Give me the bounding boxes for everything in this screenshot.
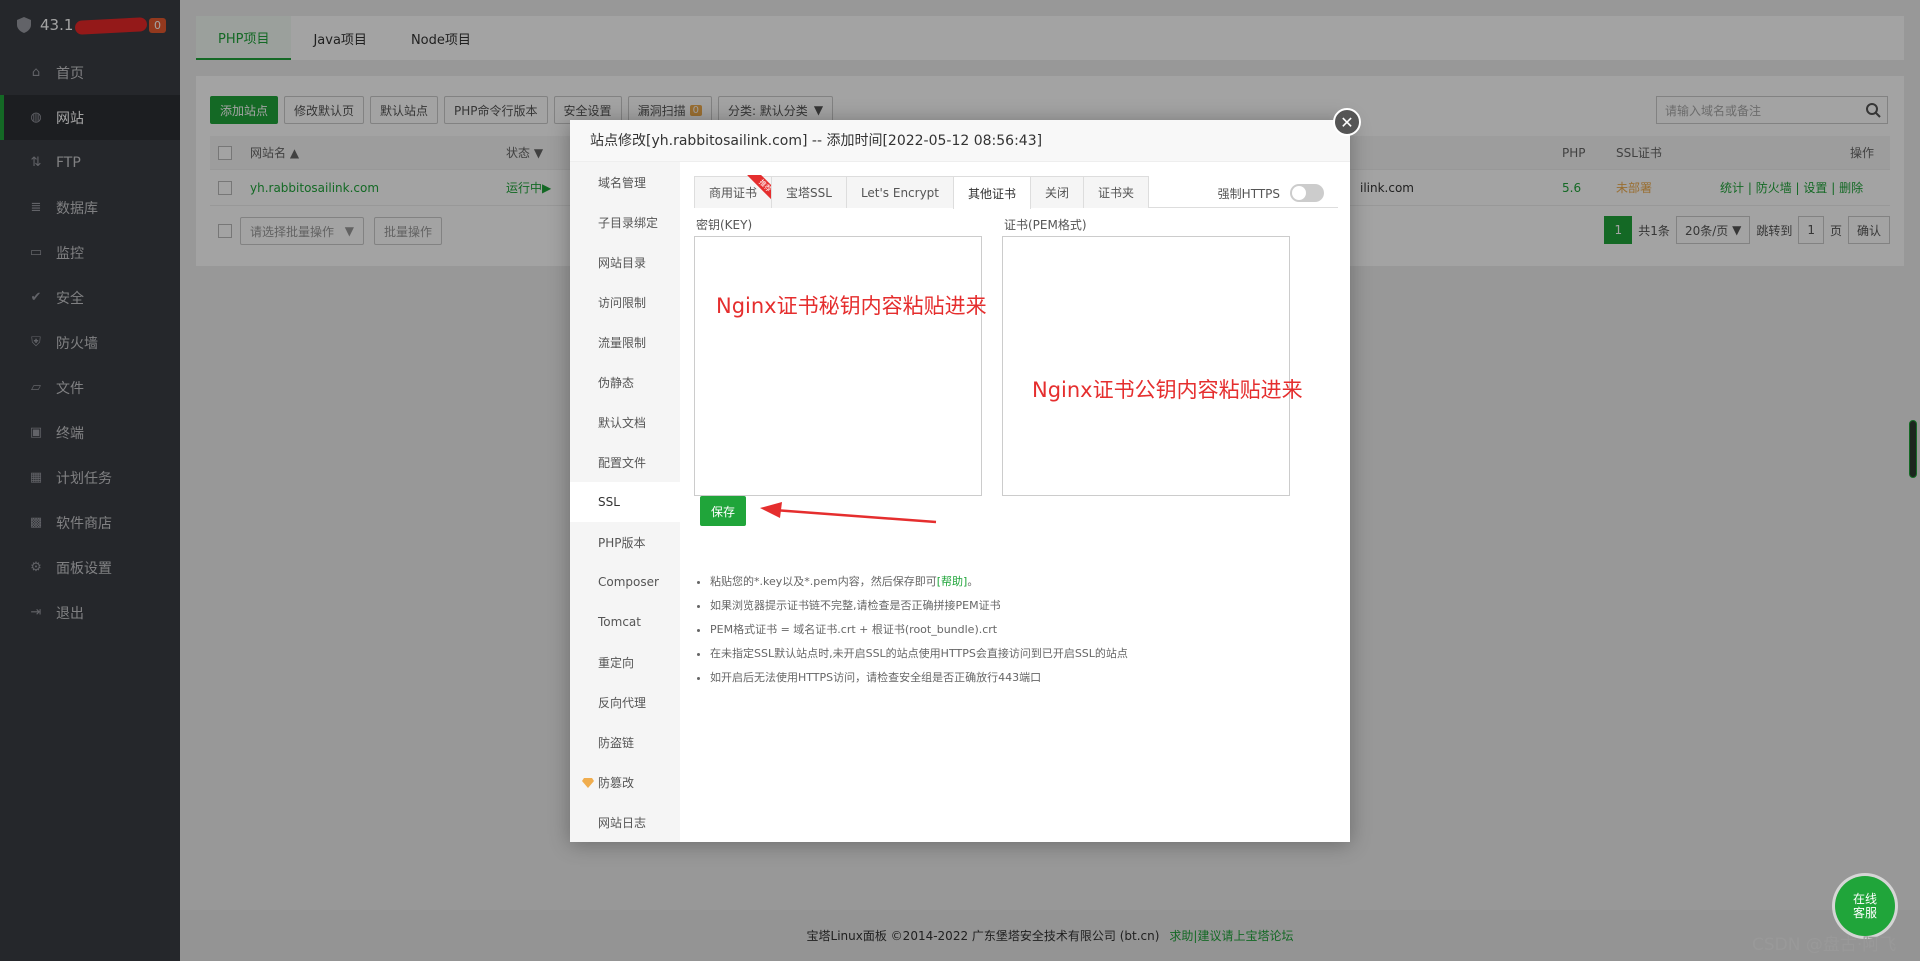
modal-menu-label: 配置文件 — [598, 455, 647, 470]
cert-annotation: Nginx证书公钥内容粘贴进来 — [1032, 378, 1303, 402]
modal-menu-item[interactable]: 域名管理 — [570, 162, 680, 202]
tip-item: PEM格式证书 = 域名证书.crt + 根证书(root_bundle).cr… — [710, 618, 1128, 642]
modal-menu-item[interactable]: 反向代理 — [570, 682, 680, 722]
force-https-label: 强制HTTPS — [1217, 186, 1280, 201]
modal-menu-label: 访问限制 — [598, 295, 647, 310]
tip-item: 粘贴您的*.key以及*.pem内容，然后保存即可[帮助]。 — [710, 570, 1128, 594]
modal-menu-item[interactable]: 重定向 — [570, 642, 680, 682]
ssl-panel: 商用证书 推荐 宝塔SSL Let's Encrypt 其他证书 关闭 证书夹 … — [694, 175, 1338, 684]
key-annotation: Nginx证书秘钥内容粘贴进来 — [716, 294, 987, 318]
modal-menu-item[interactable]: 网站目录 — [570, 242, 680, 282]
modal-menu-label: 网站目录 — [598, 255, 647, 270]
modal-menu-label: Tomcat — [598, 615, 641, 629]
online-support-button[interactable]: 在线 客服 — [1835, 876, 1895, 936]
modal-menu-item[interactable]: 访问限制 — [570, 282, 680, 322]
modal-menu-label: Composer — [598, 575, 659, 589]
tab-cert-folder[interactable]: 证书夹 — [1083, 176, 1150, 208]
modal-menu-label: PHP版本 — [598, 535, 646, 550]
tip-item: 在未指定SSL默认站点时,未开启SSL的站点使用HTTPS会直接访问到已开启SS… — [710, 642, 1128, 666]
tab-close-ssl[interactable]: 关闭 — [1030, 176, 1085, 208]
site-edit-modal: 站点修改[yh.rabbitosailink.com] -- 添加时间[2022… — [570, 120, 1350, 842]
modal-menu-label: 网站日志 — [598, 815, 647, 830]
modal-menu-label: 子目录绑定 — [598, 215, 659, 230]
cert-label: 证书(PEM格式) — [1004, 218, 1087, 232]
modal-menu-item[interactable]: Tomcat — [570, 602, 680, 642]
modal-menu-item[interactable]: SSL — [570, 482, 680, 522]
modal-menu-label: 防篡改 — [598, 775, 635, 790]
modal-menu-item[interactable]: PHP版本 — [570, 522, 680, 562]
modal-menu-label: 反向代理 — [598, 695, 647, 710]
save-button[interactable]: 保存 — [700, 496, 746, 526]
tab-other-cert[interactable]: 其他证书 — [953, 176, 1032, 209]
force-https-toggle[interactable] — [1290, 184, 1324, 202]
modal-menu-label: 伪静态 — [598, 375, 635, 390]
modal-menu-label: 默认文档 — [598, 415, 647, 430]
modal-menu-label: 重定向 — [598, 655, 635, 670]
modal-menu-item[interactable]: 防篡改 — [570, 762, 680, 802]
modal-title: 站点修改[yh.rabbitosailink.com] -- 添加时间[2022… — [570, 120, 1350, 162]
modal-menu-item[interactable]: 流量限制 — [570, 322, 680, 362]
key-label: 密钥(KEY) — [696, 218, 753, 232]
diamond-icon — [582, 777, 594, 788]
modal-menu-item[interactable]: 网站日志 — [570, 802, 680, 842]
force-https: 强制HTTPS — [1218, 184, 1324, 202]
online-line1: 在线 — [1852, 892, 1877, 906]
modal-menu-item[interactable]: 默认文档 — [570, 402, 680, 442]
modal-menu-item[interactable]: 防盗链 — [570, 722, 680, 762]
key-textarea[interactable] — [694, 236, 982, 496]
modal-menu-label: SSL — [598, 495, 620, 509]
tip-item: 如开启后无法使用HTTPS访问，请检查安全组是否正确放行443端口 — [710, 666, 1128, 690]
arrow-annotation-icon — [760, 502, 937, 524]
modal-menu-label: 防盗链 — [598, 735, 635, 750]
modal-side-menu: 域名管理子目录绑定网站目录访问限制流量限制伪静态默认文档配置文件 SSL PHP版本… — [570, 162, 680, 842]
modal-menu-item[interactable]: Composer — [570, 562, 680, 602]
cert-textarea[interactable] — [1002, 236, 1290, 496]
modal-menu-label: 域名管理 — [598, 175, 647, 190]
modal-menu-label: 流量限制 — [598, 335, 647, 350]
modal-menu-item[interactable]: 子目录绑定 — [570, 202, 680, 242]
modal-menu-item[interactable]: 配置文件 — [570, 442, 680, 482]
help-link[interactable]: [帮助] — [937, 575, 968, 588]
modal-menu-item[interactable]: 伪静态 — [570, 362, 680, 402]
tab-commercial-cert[interactable]: 商用证书 推荐 — [694, 175, 776, 208]
ssl-tips: 粘贴您的*.key以及*.pem内容，然后保存即可[帮助]。 如果浏览器提示证书… — [694, 570, 1128, 690]
modal-close-button[interactable]: ✕ — [1333, 108, 1361, 136]
tab-bt-ssl[interactable]: 宝塔SSL — [771, 176, 847, 208]
online-line2: 客服 — [1852, 906, 1877, 920]
tip-item: 如果浏览器提示证书链不完整,请检查是否正确拼接PEM证书 — [710, 594, 1128, 618]
close-icon: ✕ — [1340, 112, 1354, 132]
watermark: CSDN @盘古·阿飞 — [1752, 935, 1897, 955]
tab-lets-encrypt[interactable]: Let's Encrypt — [845, 176, 955, 208]
